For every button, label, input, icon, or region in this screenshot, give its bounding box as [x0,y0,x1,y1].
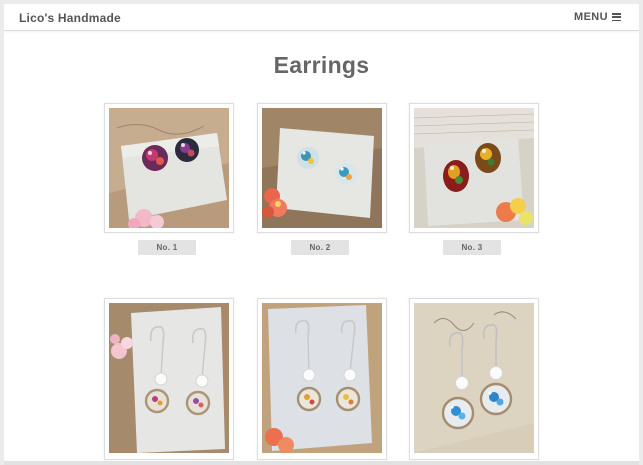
product-photo-3 [414,108,534,228]
menu-label: MENU [574,11,608,23]
menu-button[interactable]: MENU [574,11,621,23]
product-label-3[interactable]: No. 3 [443,240,501,255]
product-label-2[interactable]: No. 2 [291,240,349,255]
product-card-6[interactable] [409,298,539,460]
product-card-1[interactable] [104,103,234,233]
product-card-2[interactable] [257,103,387,233]
product-photo-4 [109,303,229,453]
bottom-border [4,461,639,465]
page-frame: Lico's Handmade MENU Earrings No. 1 No. … [4,4,639,461]
site-brand[interactable]: Lico's Handmade [19,11,121,25]
product-photo-1 [109,108,229,228]
product-photo-2 [262,108,382,228]
product-card-5[interactable] [257,298,387,460]
hamburger-icon [612,13,621,22]
product-label-1[interactable]: No. 1 [138,240,196,255]
product-photo-5 [262,303,382,453]
page-title: Earrings [273,52,370,78]
site-header: Lico's Handmade MENU [4,4,639,31]
product-photo-6 [414,303,534,453]
product-card-4[interactable] [104,298,234,460]
product-card-3[interactable] [409,103,539,233]
